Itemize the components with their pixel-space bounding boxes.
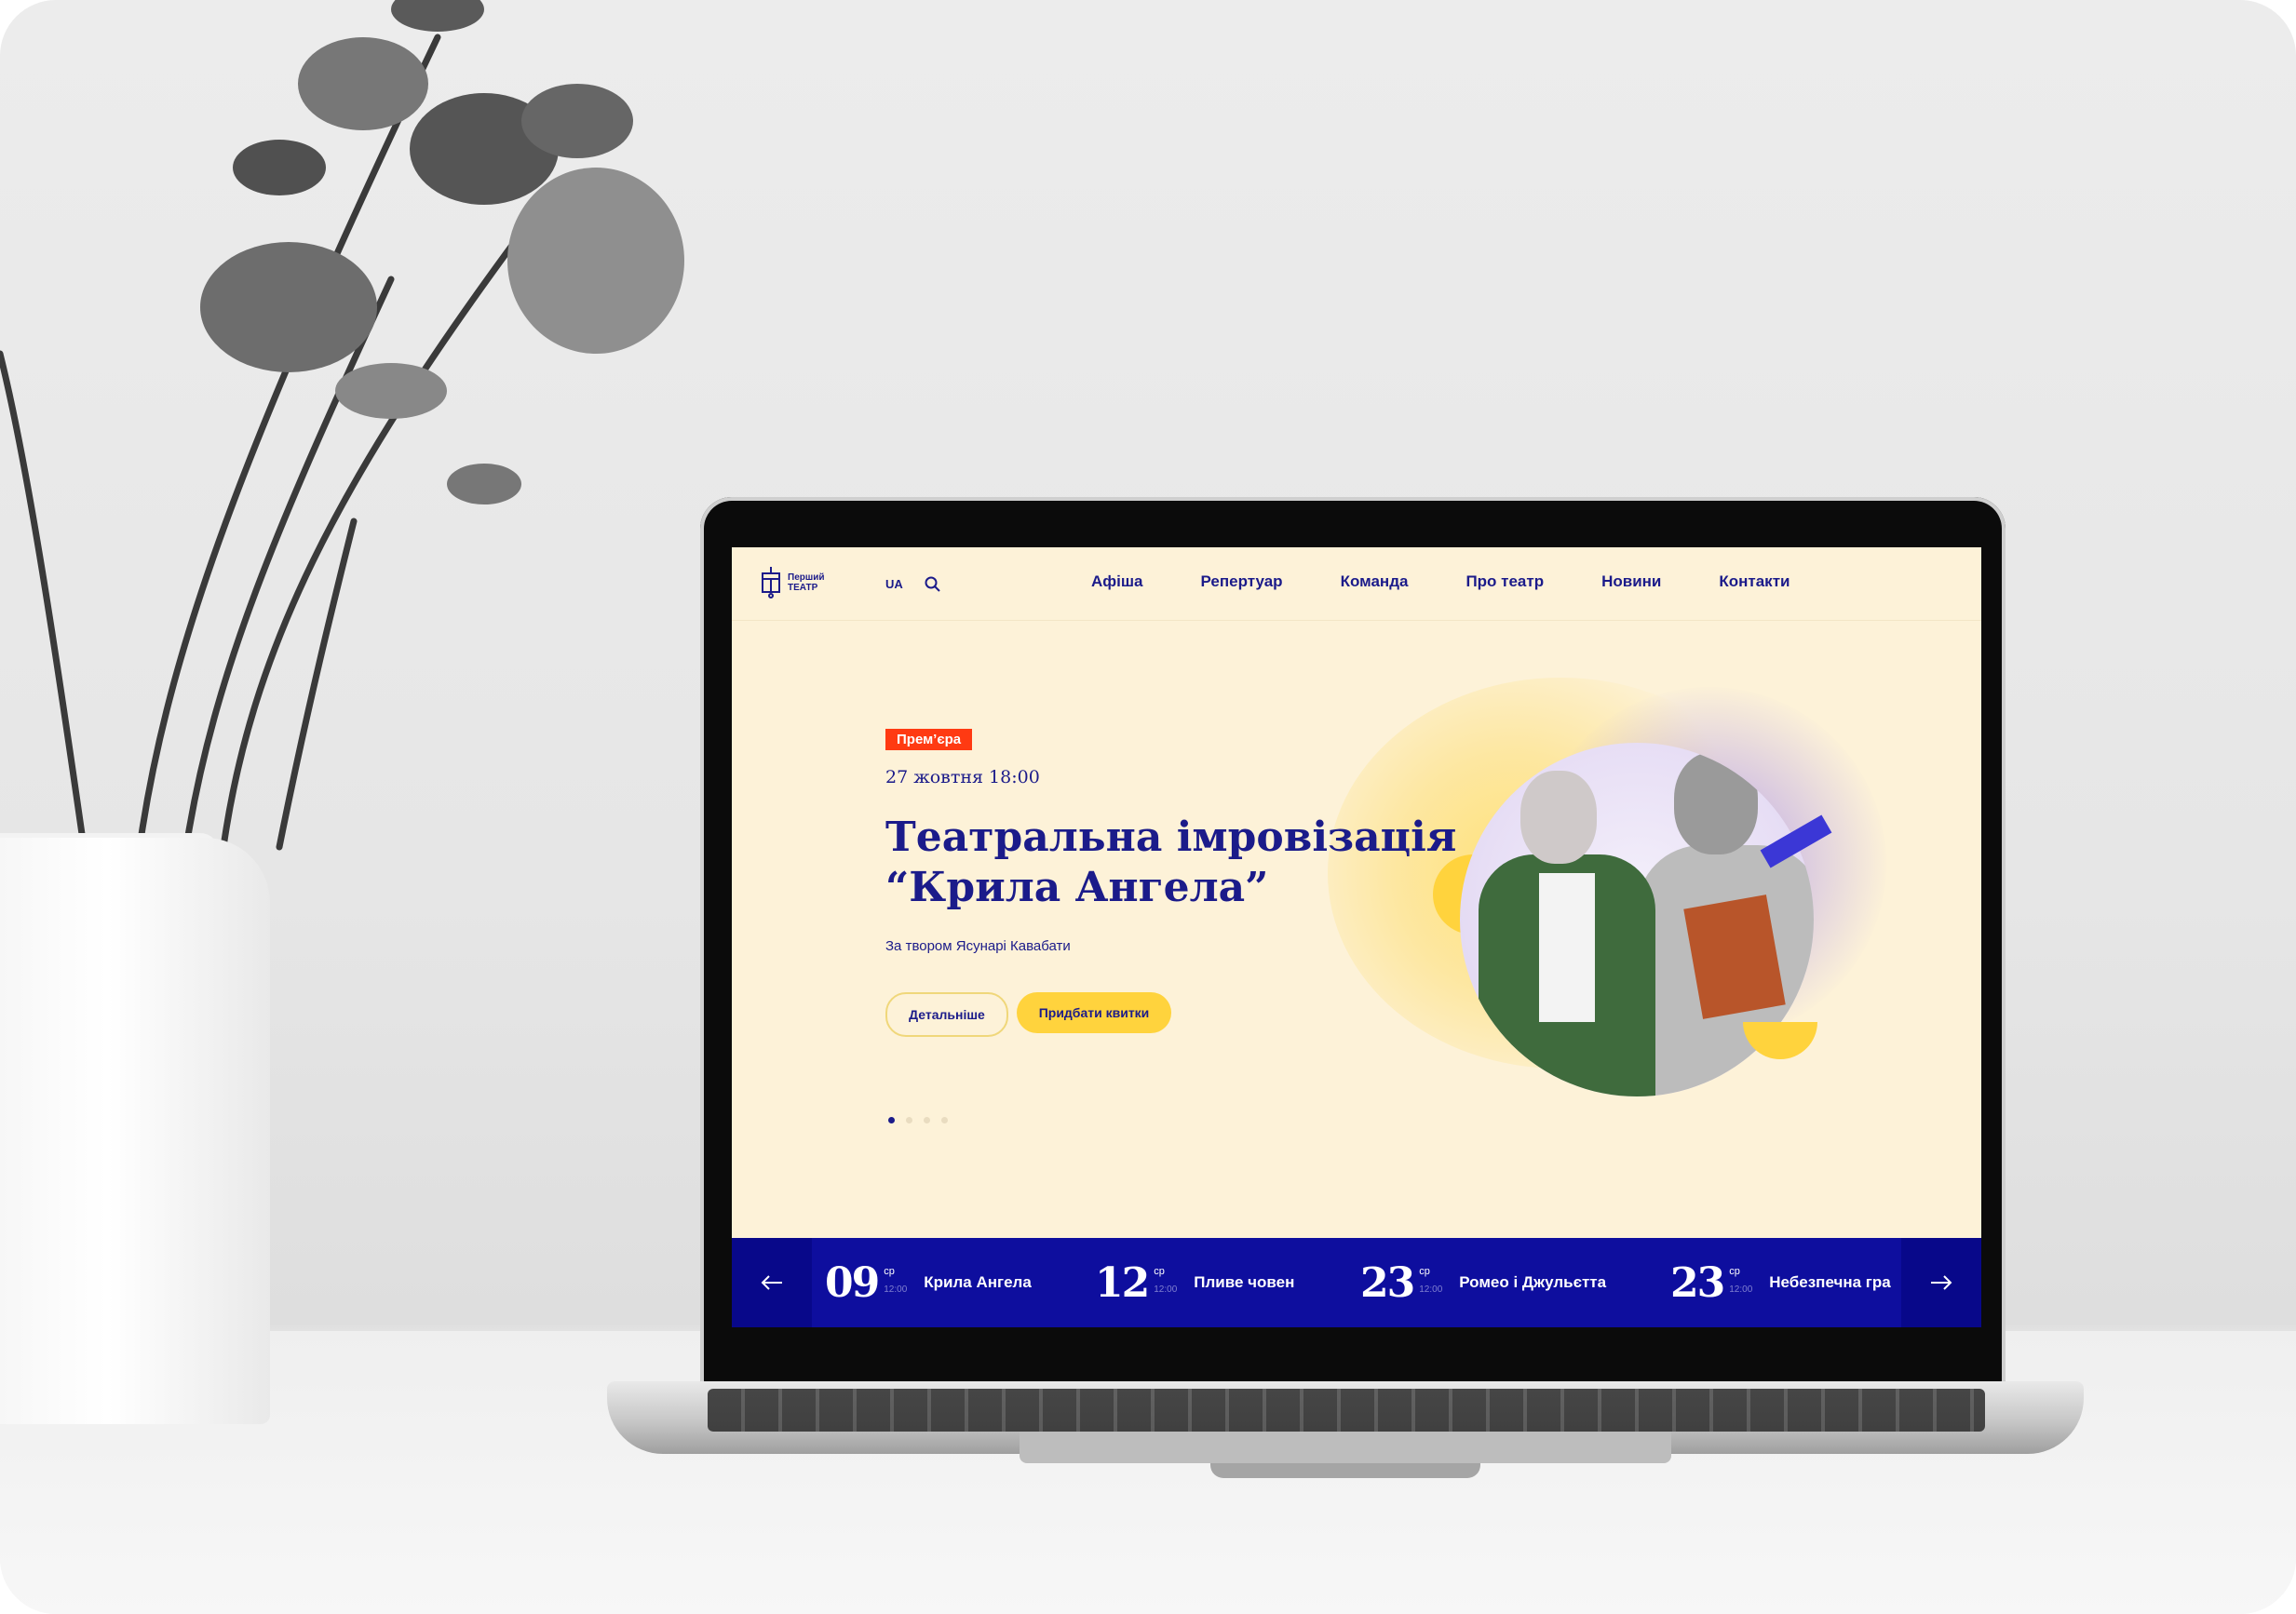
hero-subtitle: За твором Ясунарі Кавабати bbox=[885, 938, 1071, 954]
event-item[interactable]: 23 ср 12:00 Небезпечна гра bbox=[1670, 1238, 1891, 1327]
premiere-badge: Прем’єра bbox=[885, 729, 973, 750]
logo-line1: Перший bbox=[788, 572, 825, 583]
event-day: 09 bbox=[825, 1258, 880, 1307]
site-logo[interactable]: Перший ТЕАТР bbox=[760, 566, 825, 599]
actor-right-head bbox=[1674, 752, 1758, 854]
event-weekday: ср bbox=[884, 1265, 895, 1277]
event-weekday: ср bbox=[1154, 1265, 1165, 1277]
nav-item-about[interactable]: Про театр bbox=[1465, 572, 1544, 591]
slider-dot-2[interactable] bbox=[906, 1117, 912, 1123]
prev-events-button[interactable] bbox=[732, 1238, 812, 1327]
hero-title-line2: “Крила Ангела” bbox=[885, 864, 1269, 911]
event-name: Ромео і Джульєтта bbox=[1459, 1273, 1607, 1291]
event-date: 27 жовтня 18:00 bbox=[885, 767, 1040, 787]
event-day: 23 bbox=[1670, 1258, 1725, 1307]
event-weekday: ср bbox=[1729, 1265, 1740, 1277]
event-name: Пливе човен bbox=[1194, 1273, 1295, 1291]
vase bbox=[0, 838, 270, 1424]
event-time: 12:00 bbox=[884, 1284, 908, 1295]
slider-dot-3[interactable] bbox=[924, 1117, 930, 1123]
actor-left-head bbox=[1520, 771, 1597, 864]
arrow-left-icon bbox=[761, 1275, 782, 1290]
events-list: 09 ср 12:00 Крила Ангела 12 ср 12:00 Пли… bbox=[825, 1238, 1896, 1327]
nav-item-news[interactable]: Новини bbox=[1601, 572, 1661, 591]
actor-left-shirt bbox=[1539, 873, 1595, 1022]
buy-tickets-button[interactable]: Придбати квитки bbox=[1017, 992, 1171, 1033]
language-switch[interactable]: UA bbox=[885, 577, 903, 591]
event-name: Небезпечна гра bbox=[1769, 1273, 1891, 1291]
event-meta: ср 12:00 bbox=[1154, 1266, 1177, 1295]
event-item[interactable]: 09 ср 12:00 Крила Ангела bbox=[825, 1238, 1032, 1327]
event-time: 12:00 bbox=[1419, 1284, 1443, 1295]
event-time: 12:00 bbox=[1154, 1284, 1178, 1295]
website-screen: Перший ТЕАТР UA Афіша Репертуар Команда … bbox=[732, 547, 1981, 1327]
laptop-trackpad bbox=[1020, 1432, 1671, 1463]
event-item[interactable]: 12 ср 12:00 Пливе човен bbox=[1095, 1238, 1294, 1327]
event-item[interactable]: 23 ср 12:00 Ромео і Джульєтта bbox=[1360, 1238, 1606, 1327]
top-navigation: Перший ТЕАТР UA Афіша Репертуар Команда … bbox=[732, 547, 1981, 621]
event-meta: ср 12:00 bbox=[1419, 1266, 1442, 1295]
events-strip: 09 ср 12:00 Крила Ангела 12 ср 12:00 Пли… bbox=[732, 1238, 1981, 1327]
slider-dot-4[interactable] bbox=[941, 1117, 948, 1123]
event-meta: ср 12:00 bbox=[884, 1266, 907, 1295]
dried-flowers-decoration bbox=[0, 0, 684, 851]
nav-item-afisha[interactable]: Афіша bbox=[1091, 572, 1143, 591]
laptop-notch bbox=[1210, 1463, 1480, 1478]
hero-title-line1: Театральна імровізація bbox=[885, 814, 1457, 861]
theatre-logo-icon bbox=[762, 567, 780, 599]
next-events-button[interactable] bbox=[1901, 1238, 1981, 1327]
slider-dot-1[interactable] bbox=[888, 1117, 895, 1123]
mockup-background: Перший ТЕАТР UA Афіша Репертуар Команда … bbox=[0, 0, 2296, 1614]
event-day: 23 bbox=[1360, 1258, 1415, 1307]
logo-wordmark: Перший ТЕАТР bbox=[788, 572, 825, 593]
event-name: Крила Ангела bbox=[924, 1273, 1032, 1291]
main-menu: Афіша Репертуар Команда Про театр Новини… bbox=[1091, 572, 1790, 591]
nav-item-team[interactable]: Команда bbox=[1341, 572, 1409, 591]
details-button[interactable]: Детальніше bbox=[885, 992, 1008, 1037]
nav-item-repertoire[interactable]: Репертуар bbox=[1201, 572, 1283, 591]
event-day: 12 bbox=[1095, 1258, 1150, 1307]
arrow-right-icon bbox=[1931, 1275, 1952, 1290]
logo-line2: ТЕАТР bbox=[788, 583, 818, 593]
event-time: 12:00 bbox=[1729, 1284, 1753, 1295]
laptop-keyboard bbox=[708, 1389, 1985, 1432]
slider-dots bbox=[888, 1117, 948, 1123]
nav-item-contacts[interactable]: Контакти bbox=[1719, 572, 1790, 591]
search-icon[interactable] bbox=[924, 575, 942, 594]
event-weekday: ср bbox=[1419, 1265, 1430, 1277]
hero-title: Театральна імровізація “Крила Ангела” bbox=[885, 813, 1456, 913]
event-meta: ср 12:00 bbox=[1729, 1266, 1752, 1295]
